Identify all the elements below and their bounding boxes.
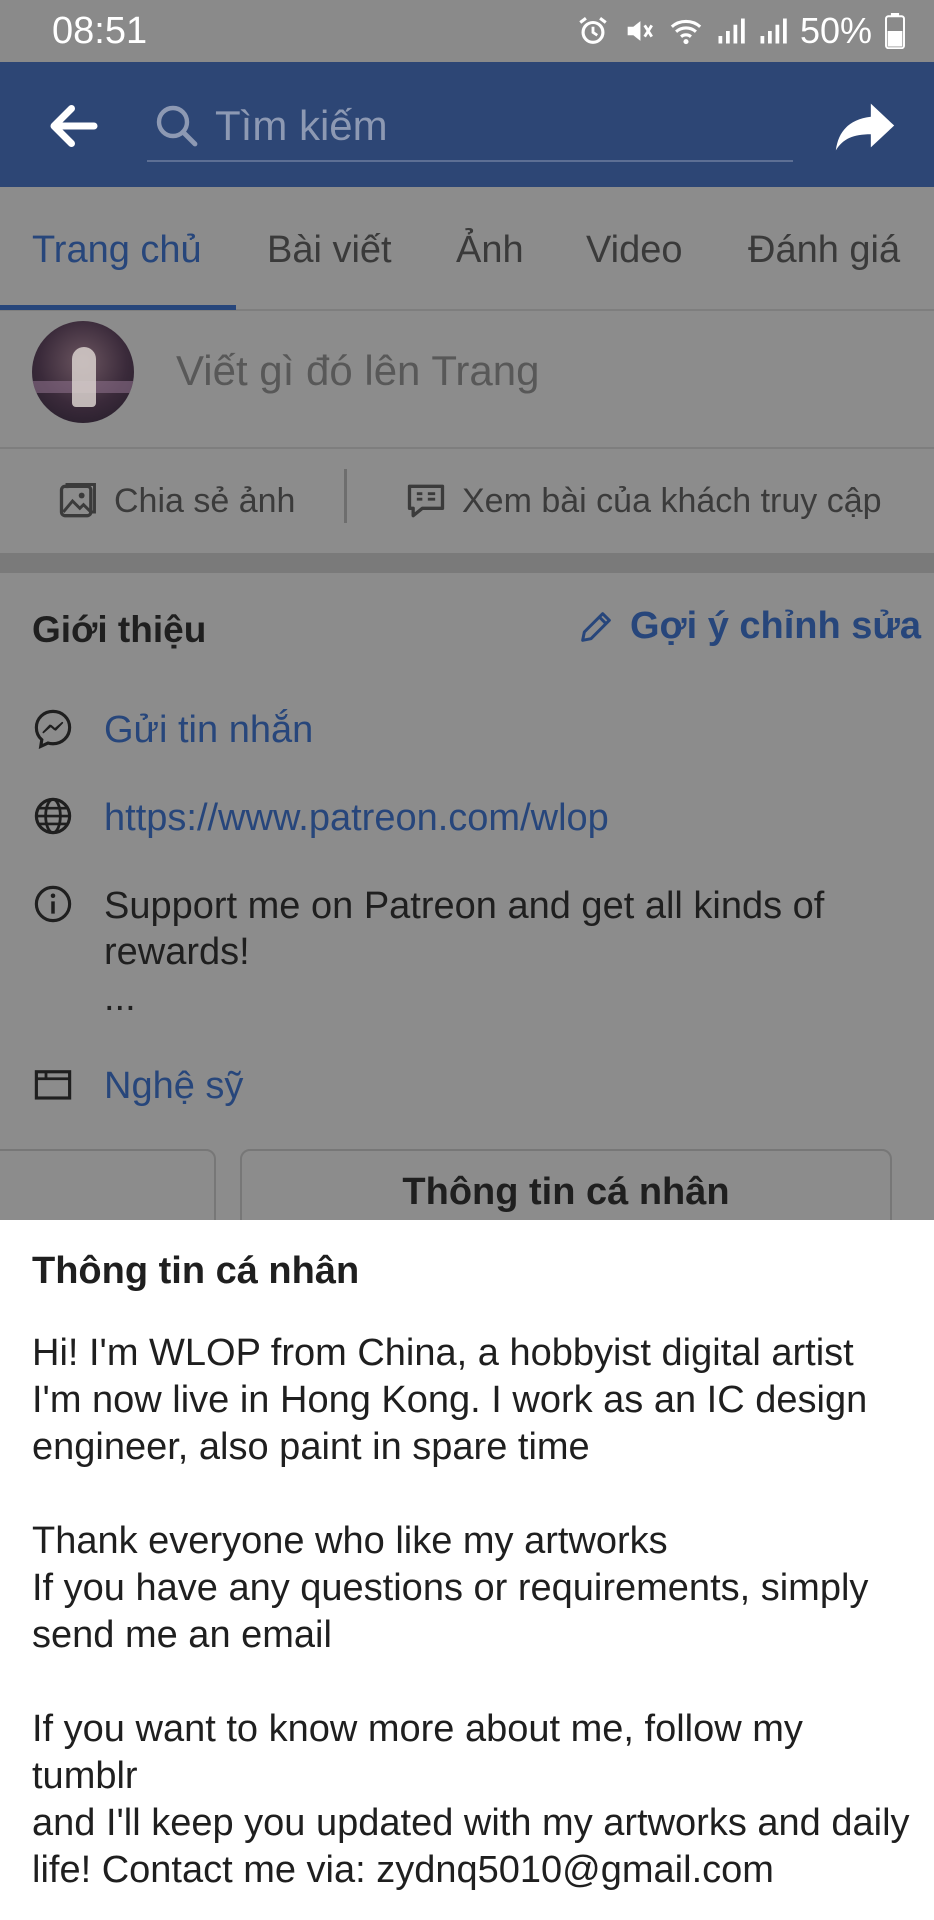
mute-icon (622, 14, 656, 48)
personal-info-card[interactable]: Thông tin cá nhân (240, 1149, 892, 1220)
personal-info-sheet: Thông tin cá nhân Hi! I'm WLOP from Chin… (0, 1220, 934, 1920)
share-photo-button[interactable]: Chia sẻ ảnh (56, 479, 295, 523)
status-bar: 08:51 50% (0, 0, 934, 62)
composer-placeholder[interactable]: Viết gì đó lên Trang (176, 347, 539, 395)
alarm-icon (576, 14, 610, 48)
share-icon[interactable] (830, 92, 900, 162)
wifi-icon (668, 14, 704, 48)
divider (344, 469, 347, 523)
category-link[interactable]: Nghệ sỹ (104, 1063, 243, 1109)
info-icon (34, 885, 72, 923)
tab-reviews[interactable]: Đánh giá (748, 229, 900, 272)
visitor-posts-button[interactable]: Xem bài của khách truy cập (404, 479, 882, 523)
post-composer[interactable]: Viết gì đó lên Trang (0, 311, 934, 449)
website-row[interactable]: https://www.patreon.com/wlop (32, 795, 609, 841)
about-row[interactable]: Support me on Patreon and get all kinds … (32, 883, 882, 1021)
intro-heading: Giới thiệu (32, 609, 207, 650)
send-message-link[interactable]: Gửi tin nhắn (104, 707, 313, 753)
personal-info-card-title: Thông tin cá nhân (402, 1171, 730, 1213)
sheet-body: Hi! I'm WLOP from China, a hobbyist digi… (32, 1332, 910, 1891)
folder-icon (34, 1070, 72, 1100)
category-row[interactable]: Nghệ sỹ (32, 1063, 243, 1109)
globe-icon (34, 797, 72, 835)
suggest-edit-label: Gợi ý chỉnh sửa (630, 605, 922, 647)
tab-home[interactable]: Trang chủ (32, 229, 202, 272)
composer-actions: Chia sẻ ảnh Xem bài của khách truy cập (0, 449, 934, 553)
chat-icon (407, 484, 445, 518)
share-photo-label: Chia sẻ ảnh (114, 481, 296, 520)
signal-icon (758, 14, 788, 48)
active-tab-indicator (0, 305, 236, 310)
avatar[interactable] (32, 321, 134, 423)
search-input[interactable] (215, 102, 755, 150)
status-time: 08:51 (52, 9, 148, 52)
app-bar (0, 62, 934, 187)
tab-photos[interactable]: Ảnh (456, 229, 524, 272)
tab-posts[interactable]: Bài viết (267, 229, 392, 272)
website-link[interactable]: https://www.patreon.com/wlop (104, 795, 609, 841)
section-separator (0, 553, 934, 573)
send-message-row[interactable]: Gửi tin nhắn (32, 707, 313, 753)
about-text: Support me on Patreon and get all kinds … (104, 885, 825, 973)
search-icon (156, 105, 198, 147)
suggest-edit-button[interactable]: Gợi ý chỉnh sửa (576, 605, 921, 648)
page-content: Trang chủ Bài viết Ảnh Video Đánh giá Vi… (0, 187, 934, 1220)
status-icons: 50% (576, 10, 906, 52)
signal-icon (716, 14, 746, 48)
page-tabs: Trang chủ Bài viết Ảnh Video Đánh giá (0, 187, 934, 311)
back-arrow-icon[interactable] (44, 96, 104, 156)
battery-percent: 50% (799, 10, 872, 51)
visitor-posts-label: Xem bài của khách truy cập (462, 481, 882, 520)
info-card[interactable] (0, 1149, 216, 1220)
tab-videos[interactable]: Video (586, 229, 683, 272)
search-bar[interactable] (147, 92, 793, 162)
photo-icon (59, 483, 96, 518)
sheet-title: Thông tin cá nhân (32, 1250, 360, 1292)
about-more[interactable]: ... (104, 975, 882, 1021)
messenger-icon (34, 709, 72, 749)
pencil-icon (581, 611, 611, 642)
battery-icon (884, 13, 906, 49)
